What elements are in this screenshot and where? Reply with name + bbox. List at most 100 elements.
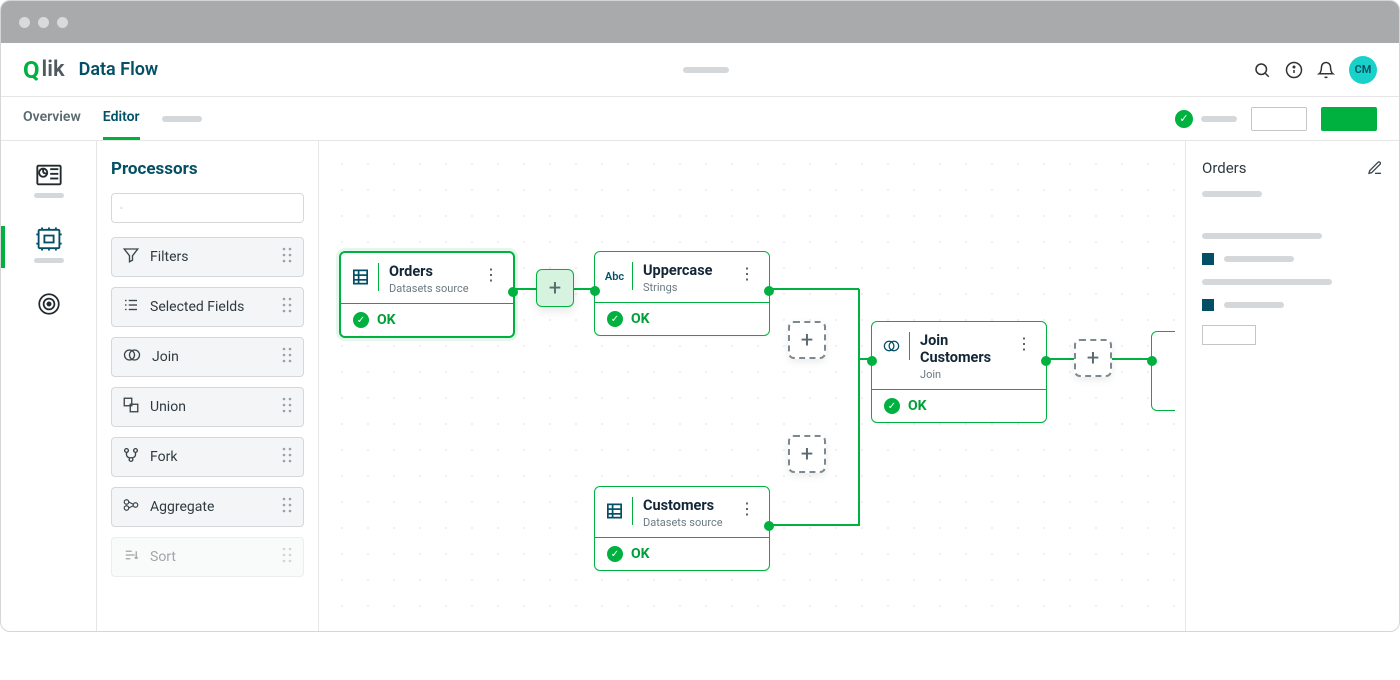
drag-grip-icon[interactable] (281, 496, 293, 518)
input-port[interactable] (867, 356, 877, 366)
drag-grip-icon[interactable] (281, 396, 293, 418)
add-processor-button[interactable]: + (1074, 339, 1112, 377)
inspector-line-ph (1202, 233, 1322, 239)
node-subtitle: Datasets source (643, 516, 723, 529)
user-avatar[interactable]: CM (1349, 56, 1377, 84)
traffic-light-max[interactable] (57, 17, 68, 28)
node-menu-icon[interactable]: ⋮ (735, 497, 759, 520)
node-subtitle: Strings (643, 281, 712, 294)
abc-icon: Abc (605, 262, 633, 290)
node-title: Join Customers (920, 332, 1002, 366)
flow-canvas[interactable]: Orders Datasets source ⋮ ✓ OK + Abc (319, 141, 1185, 631)
tab-editor[interactable]: Editor (103, 97, 140, 140)
input-port[interactable] (590, 286, 600, 296)
output-port[interactable] (1041, 356, 1051, 366)
app-window: Qlik Data Flow CM Overview Editor ✓ (0, 0, 1400, 632)
processor-label: Union (150, 399, 271, 415)
processor-join[interactable]: Join (111, 337, 304, 377)
processors-search[interactable] (111, 193, 304, 223)
node-partial[interactable] (1151, 331, 1175, 411)
drag-grip-icon[interactable] (281, 296, 293, 318)
output-port[interactable] (508, 287, 518, 297)
node-subtitle: Datasets source (389, 282, 469, 295)
inspector-row (1202, 299, 1383, 311)
node-menu-icon[interactable]: ⋮ (479, 263, 503, 286)
node-status: OK (631, 546, 650, 562)
node-subtitle: Join (920, 368, 1002, 381)
node-status: OK (377, 312, 396, 328)
union-icon (122, 396, 140, 418)
inspector-row (1202, 253, 1383, 265)
add-processor-inline[interactable]: + (536, 269, 574, 307)
fork-icon (122, 446, 140, 468)
drag-grip-icon[interactable] (281, 546, 293, 568)
node-orders[interactable]: Orders Datasets source ⋮ ✓ OK (339, 251, 515, 338)
node-title: Customers (643, 497, 723, 514)
node-customers[interactable]: Customers Datasets source ⋮ ✓ OK (594, 486, 770, 571)
node-uppercase[interactable]: Abc Uppercase Strings ⋮ ✓ OK (594, 251, 770, 336)
primary-button[interactable] (1321, 107, 1377, 131)
output-port[interactable] (764, 521, 774, 531)
node-join-customers[interactable]: Join Customers Join ⋮ ✓ OK (871, 321, 1047, 423)
square-icon (1202, 253, 1214, 265)
secondary-button[interactable] (1251, 107, 1307, 131)
tab-placeholder (162, 116, 202, 122)
drag-grip-icon[interactable] (281, 446, 293, 468)
search-input[interactable] (129, 201, 295, 216)
add-processor-button[interactable]: + (788, 321, 826, 359)
drag-grip-icon[interactable] (281, 246, 293, 268)
check-circle-icon: ✓ (353, 312, 369, 328)
check-circle-icon: ✓ (607, 546, 623, 562)
processor-selected-fields[interactable]: Selected Fields (111, 287, 304, 327)
join-icon (122, 347, 142, 367)
processor-label: Selected Fields (150, 299, 271, 315)
aggregate-icon (122, 496, 140, 518)
node-title: Orders (389, 263, 469, 280)
inspector-panel: Orders (1185, 141, 1399, 631)
window-titlebar (1, 1, 1399, 43)
processors-list: Filters Selected Fields Join Union Fork Aggre… (111, 237, 304, 577)
processor-filters[interactable]: Filters (111, 237, 304, 277)
app-header: Qlik Data Flow CM (1, 43, 1399, 97)
processor-sort[interactable]: Sort (111, 537, 304, 577)
traffic-light-min[interactable] (38, 17, 49, 28)
input-port[interactable] (1147, 356, 1157, 366)
processor-union[interactable]: Union (111, 387, 304, 427)
drag-grip-icon[interactable] (281, 346, 293, 368)
rail-item-processors[interactable] (23, 226, 75, 263)
traffic-light-close[interactable] (19, 17, 30, 28)
node-status: OK (908, 398, 927, 414)
join-icon (882, 332, 910, 360)
inspector-title: Orders (1202, 159, 1247, 177)
rail-label-ph (34, 258, 64, 263)
inspector-line-ph (1202, 279, 1332, 285)
status-placeholder (1201, 116, 1237, 122)
node-menu-icon[interactable]: ⋮ (735, 262, 759, 285)
validation-status: ✓ (1175, 110, 1237, 128)
bell-icon[interactable] (1317, 61, 1335, 79)
processor-label: Fork (150, 449, 271, 465)
check-circle-icon: ✓ (607, 311, 623, 327)
rail-item-datasets[interactable] (23, 163, 75, 198)
funnel-icon (122, 246, 140, 268)
check-circle-icon: ✓ (884, 398, 900, 414)
square-icon (1202, 299, 1214, 311)
search-icon (120, 201, 123, 215)
logo-rest: lik (42, 57, 65, 82)
node-status: OK (631, 311, 650, 327)
search-icon[interactable] (1253, 61, 1271, 79)
processor-aggregate[interactable]: Aggregate (111, 487, 304, 527)
inspector-input[interactable] (1202, 325, 1256, 345)
output-port[interactable] (764, 286, 774, 296)
tab-overview[interactable]: Overview (23, 97, 81, 140)
rail-item-targets[interactable] (23, 291, 75, 328)
add-processor-button[interactable]: + (788, 435, 826, 473)
info-icon[interactable] (1285, 61, 1303, 79)
edit-icon[interactable] (1367, 160, 1383, 176)
fields-icon (122, 296, 140, 318)
rail-label-ph (34, 193, 64, 198)
processor-fork[interactable]: Fork (111, 437, 304, 477)
node-menu-icon[interactable]: ⋮ (1012, 332, 1036, 355)
header-spacer (172, 67, 1239, 73)
main-body: Processors FiltersSelected FieldsJoinUni… (1, 141, 1399, 631)
